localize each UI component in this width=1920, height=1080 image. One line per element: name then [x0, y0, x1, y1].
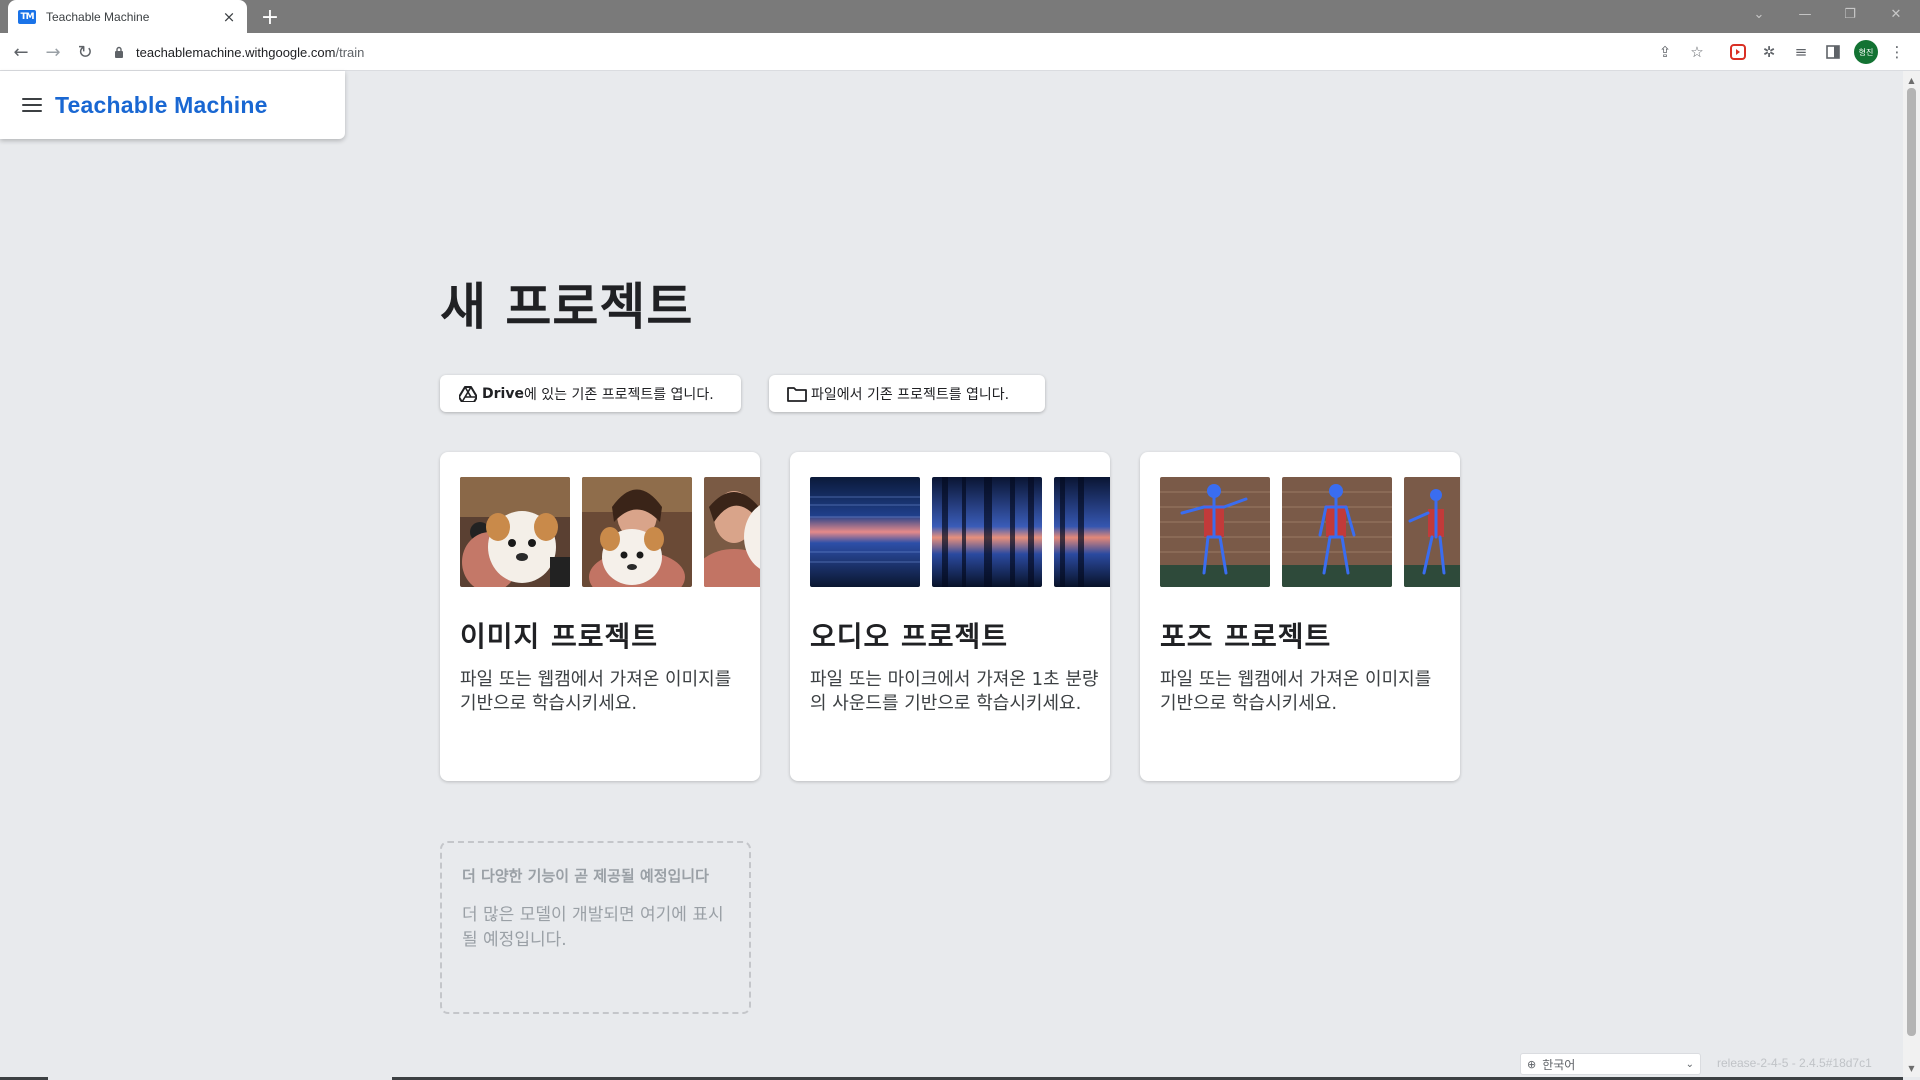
- image-thumbnail: [460, 477, 570, 587]
- google-drive-icon: [458, 385, 478, 403]
- profile-avatar[interactable]: 형진: [1854, 40, 1878, 64]
- pose-project-description: 파일 또는 웹캠에서 가져온 이미지를 기반으로 학습시키세요.: [1160, 669, 1432, 714]
- chevron-down-icon: ⌄: [1685, 1058, 1694, 1070]
- page-scrollbar[interactable]: ▲ ▼: [1903, 71, 1920, 1077]
- audio-project-thumbnails: [810, 477, 1110, 587]
- spectrogram-thumbnail: [810, 477, 920, 587]
- image-project-thumbnails: [460, 477, 760, 587]
- teachable-machine-favicon-icon: TM: [18, 9, 36, 24]
- app-logo[interactable]: Teachable Machine: [55, 92, 268, 119]
- image-thumbnail: [582, 477, 692, 587]
- browser-tab[interactable]: TM Teachable Machine ×: [8, 0, 247, 33]
- lock-icon: [112, 45, 126, 59]
- image-project-card[interactable]: 이미지 프로젝트 파일 또는 웹캠에서 가져온 이미지를 기반으로 학습시키세요…: [440, 452, 760, 781]
- pose-thumbnail: [1282, 477, 1392, 587]
- scrollbar-thumb[interactable]: [1907, 88, 1916, 1036]
- app-header: Teachable Machine: [0, 71, 345, 139]
- window-close-icon[interactable]: ✕: [1876, 0, 1916, 28]
- audio-project-description: 파일 또는 마이크에서 가져온 1초 분량의 사운드를 기반으로 학습시키세요.: [810, 669, 1099, 714]
- scroll-down-icon[interactable]: ▼: [1903, 1061, 1920, 1075]
- share-icon[interactable]: ⇪: [1654, 41, 1676, 63]
- coming-soon-description: 더 많은 모델이 개발되면 여기에 표시될 예정입니다.: [462, 905, 724, 950]
- open-file-label: 파일에서 기존 프로젝트를 엽니다.: [811, 386, 1010, 403]
- tab-close-icon[interactable]: ×: [221, 8, 237, 26]
- pose-project-card[interactable]: 포즈 프로젝트 파일 또는 웹캠에서 가져온 이미지를 기반으로 학습시키세요.: [1140, 452, 1460, 781]
- minimize-icon[interactable]: —: [1785, 0, 1825, 28]
- bookmark-star-icon[interactable]: ☆: [1686, 41, 1708, 63]
- globe-icon: ⊕: [1527, 1057, 1537, 1071]
- language-label: 한국어: [1542, 1057, 1576, 1072]
- open-from-drive-button[interactable]: Drive 에 있는 기존 프로젝트를 엽니다.: [440, 375, 741, 412]
- reading-list-icon[interactable]: ≡: [1790, 41, 1812, 63]
- extension-red-icon[interactable]: [1727, 41, 1749, 63]
- reload-icon[interactable]: ↻: [73, 40, 97, 64]
- pose-project-thumbnails: [1160, 477, 1460, 587]
- tab-title: Teachable Machine: [46, 9, 150, 24]
- coming-soon-placeholder: 더 다양한 기능이 곧 제공될 예정입니다 더 많은 모델이 개발되면 여기에 …: [440, 841, 751, 1014]
- address-bar[interactable]: teachablemachine.withgoogle.com/train: [108, 37, 1706, 67]
- image-project-description: 파일 또는 웹캠에서 가져온 이미지를 기반으로 학습시키세요.: [460, 669, 732, 714]
- back-icon[interactable]: ←: [9, 40, 33, 64]
- image-thumbnail: [704, 477, 760, 587]
- pose-project-title: 포즈 프로젝트: [1160, 620, 1332, 653]
- page-title: 새 프로젝트: [440, 278, 694, 336]
- tab-search-icon[interactable]: ⌄: [1739, 0, 1779, 28]
- audio-project-title: 오디오 프로젝트: [810, 620, 1009, 653]
- hamburger-menu-icon[interactable]: [22, 98, 42, 112]
- pose-thumbnail: [1160, 477, 1270, 587]
- open-drive-label: 에 있는 기존 프로젝트를 엽니다.: [523, 386, 714, 403]
- image-project-title: 이미지 프로젝트: [460, 620, 659, 653]
- spectrogram-thumbnail: [932, 477, 1042, 587]
- coming-soon-title: 더 다양한 기능이 곧 제공될 예정입니다: [462, 867, 709, 885]
- audio-project-card[interactable]: 오디오 프로젝트 파일 또는 마이크에서 가져온 1초 분량의 사운드를 기반으…: [790, 452, 1110, 781]
- restore-icon[interactable]: ❐: [1830, 0, 1870, 28]
- forward-icon[interactable]: →: [41, 40, 65, 64]
- extensions-puzzle-icon[interactable]: ✲: [1758, 41, 1780, 63]
- release-version: release-2-4-5 - 2.4.5#18d7c1: [1717, 1056, 1872, 1070]
- drive-label: Drive: [482, 385, 524, 402]
- browser-toolbar: ← → ↻ teachablemachine.withgoogle.com/tr…: [0, 33, 1920, 71]
- side-panel-icon[interactable]: [1822, 41, 1844, 63]
- browser-tabstrip: TM Teachable Machine × + ⌄ — ❐ ✕: [0, 0, 1920, 33]
- page-content: Teachable Machine 새 프로젝트 Drive 에 있는 기존 프로…: [0, 71, 1903, 1077]
- pose-thumbnail: [1404, 477, 1460, 587]
- url-text: teachablemachine.withgoogle.com/train: [136, 44, 365, 60]
- open-from-file-button[interactable]: 파일에서 기존 프로젝트를 엽니다.: [769, 375, 1045, 412]
- new-tab-icon[interactable]: +: [258, 5, 282, 30]
- language-select[interactable]: ⊕ 한국어 ⌄: [1520, 1053, 1701, 1075]
- browser-menu-icon[interactable]: ⋮: [1886, 41, 1908, 63]
- scroll-up-icon[interactable]: ▲: [1903, 73, 1920, 87]
- spectrogram-thumbnail: [1054, 477, 1110, 587]
- folder-icon: [787, 385, 807, 403]
